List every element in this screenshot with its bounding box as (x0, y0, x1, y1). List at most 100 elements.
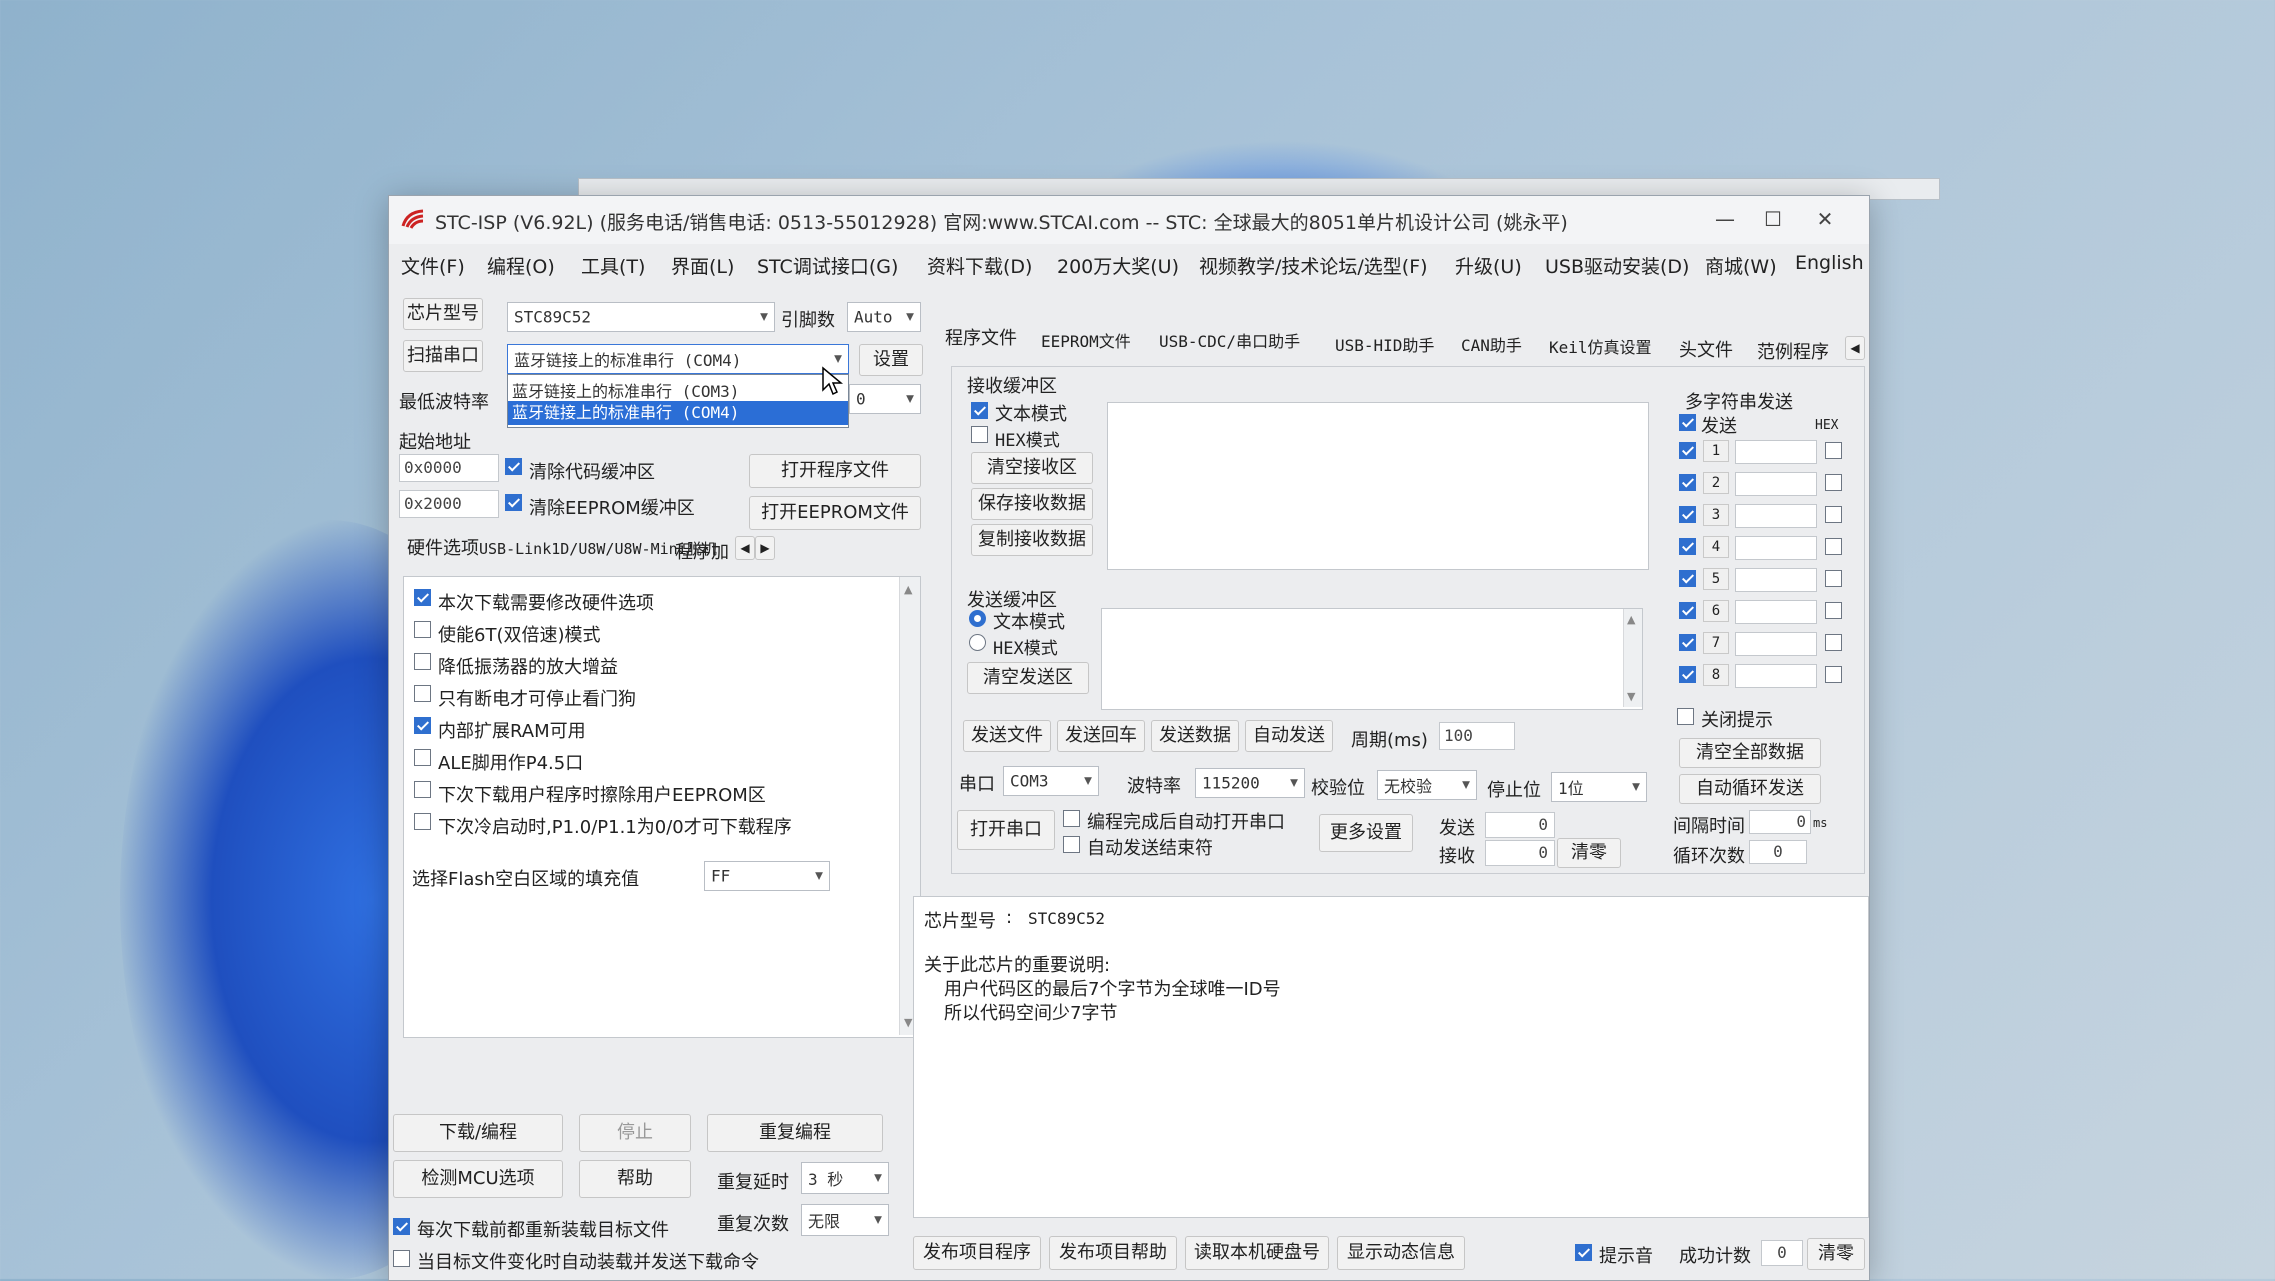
tab-scroll-right-icon[interactable]: ▶ (755, 536, 775, 560)
flash-fill-select[interactable]: FF ▼ (704, 861, 830, 891)
pin-count-select[interactable]: Auto ▼ (847, 302, 921, 332)
auto-send-end-checkbox[interactable] (1063, 836, 1080, 853)
tab-examples[interactable]: 范例程序 (1757, 338, 1829, 364)
publish-program-button[interactable]: 发布项目程序 (913, 1236, 1041, 1270)
scan-port-button[interactable]: 扫描串口 (403, 340, 483, 372)
tab-scroll-left-icon[interactable]: ◀ (735, 536, 755, 560)
multi-row-number[interactable]: 5 (1703, 568, 1729, 590)
tab-header-file[interactable]: 头文件 (1679, 336, 1733, 362)
clear-code-checkbox[interactable] (505, 458, 522, 475)
send-area-scrollbar[interactable]: ▲ ▼ (1623, 609, 1642, 707)
port-option-com3[interactable]: 蓝牙链接上的标准串行 (COM3) (512, 378, 739, 402)
repeat-count-select[interactable]: 无限 ▼ (801, 1204, 889, 1236)
menu-downloads[interactable]: 资料下载(D) (927, 252, 1032, 279)
tab-program-encrypt[interactable]: 程序加 (675, 538, 729, 564)
menu-program[interactable]: 编程(O) (487, 252, 555, 279)
stop-bits-select[interactable]: 1位 ▼ (1551, 772, 1647, 802)
multi-row-number[interactable]: 8 (1703, 664, 1729, 686)
tab-can-helper[interactable]: CAN助手 (1461, 332, 1522, 356)
multi-row-checkbox[interactable] (1679, 442, 1696, 459)
multi-row-number[interactable]: 3 (1703, 504, 1729, 526)
multi-row-checkbox[interactable] (1679, 474, 1696, 491)
scroll-down-icon[interactable]: ▼ (904, 1016, 912, 1029)
tab-keil-sim[interactable]: Keil仿真设置 (1549, 334, 1652, 358)
auto-send-button[interactable]: 自动发送 (1245, 720, 1333, 752)
port-select[interactable]: 蓝牙链接上的标准串行 (COM4) ▼ (507, 344, 849, 374)
menu-upgrade[interactable]: 升级(U) (1455, 252, 1522, 279)
hw-option-checkbox-6[interactable] (414, 749, 431, 766)
multi-row-number[interactable]: 1 (1703, 440, 1729, 462)
cycle-count-field[interactable]: 0 (1749, 840, 1807, 864)
baud-rate-select[interactable]: 115200 ▼ (1195, 768, 1305, 798)
hw-option-checkbox-3[interactable] (414, 653, 431, 670)
multi-row-hex-checkbox[interactable] (1825, 474, 1842, 491)
multi-row-hex-checkbox[interactable] (1825, 506, 1842, 523)
repeat-program-button[interactable]: 重复编程 (707, 1114, 883, 1152)
menu-debug-interface[interactable]: STC调试接口(G) (757, 252, 898, 279)
multi-row-hex-checkbox[interactable] (1825, 570, 1842, 587)
hw-option-checkbox-1[interactable] (414, 589, 431, 606)
interval-field[interactable]: 0 (1749, 810, 1811, 834)
multi-row-field[interactable] (1735, 472, 1817, 496)
multi-row-checkbox[interactable] (1679, 570, 1696, 587)
menu-shop[interactable]: 商城(W) (1705, 252, 1777, 279)
settings-button[interactable]: 设置 (859, 344, 923, 376)
show-dynamic-info-button[interactable]: 显示动态信息 (1337, 1236, 1465, 1270)
auto-cycle-send-button[interactable]: 自动循环发送 (1679, 774, 1821, 804)
help-button[interactable]: 帮助 (579, 1160, 691, 1198)
menu-file[interactable]: 文件(F) (401, 252, 465, 279)
tab-usb-hid[interactable]: USB-HID助手 (1335, 332, 1434, 356)
clear-counts-button[interactable]: 清零 (1557, 838, 1621, 868)
save-receive-button[interactable]: 保存接收数据 (971, 488, 1093, 520)
menu-english[interactable]: English (1795, 252, 1864, 274)
right-tab-scroll-left-icon[interactable]: ◀ (1845, 336, 1865, 360)
multi-row-field[interactable] (1735, 664, 1817, 688)
multi-send-checkbox[interactable] (1679, 414, 1696, 431)
maximize-button[interactable]: ☐ (1743, 202, 1803, 236)
send-data-button[interactable]: 发送数据 (1151, 720, 1239, 752)
multi-row-number[interactable]: 4 (1703, 536, 1729, 558)
receive-text-area[interactable] (1107, 402, 1649, 570)
chip-model-select[interactable]: STC89C52 ▼ (507, 302, 775, 332)
tab-hardware-options[interactable]: 硬件选项 (407, 534, 479, 560)
multi-row-number[interactable]: 2 (1703, 472, 1729, 494)
download-program-button[interactable]: 下载/编程 (393, 1114, 563, 1152)
stop-button[interactable]: 停止 (579, 1114, 691, 1152)
clear-success-count-button[interactable]: 清零 (1807, 1238, 1865, 1270)
read-disk-id-button[interactable]: 读取本机硬盘号 (1185, 1236, 1329, 1270)
send-enter-button[interactable]: 发送回车 (1057, 720, 1145, 752)
menu-prize[interactable]: 200万大奖(U) (1057, 252, 1179, 279)
open-program-file-button[interactable]: 打开程序文件 (749, 454, 921, 488)
scroll-down-icon[interactable]: ▼ (1627, 690, 1635, 703)
repeat-delay-select[interactable]: 3 秒 ▼ (801, 1162, 889, 1194)
hw-option-checkbox-2[interactable] (414, 621, 431, 638)
tip-sound-checkbox[interactable] (1575, 1244, 1592, 1261)
reload-target-checkbox[interactable] (393, 1218, 410, 1235)
send-text-mode-radio[interactable] (969, 610, 986, 627)
period-field[interactable]: 100 (1439, 722, 1515, 750)
address-field-2[interactable]: 0x2000 (399, 490, 499, 518)
multi-row-checkbox[interactable] (1679, 666, 1696, 683)
multi-row-field[interactable] (1735, 600, 1817, 624)
auto-open-port-checkbox[interactable] (1063, 810, 1080, 827)
menu-usb-driver[interactable]: USB驱动安装(D) (1545, 252, 1689, 279)
clear-eeprom-checkbox[interactable] (505, 494, 522, 511)
auto-send-download-checkbox[interactable] (393, 1250, 410, 1267)
hw-option-checkbox-4[interactable] (414, 685, 431, 702)
copy-receive-button[interactable]: 复制接收数据 (971, 524, 1093, 556)
open-serial-port-button[interactable]: 打开串口 (957, 810, 1055, 850)
send-text-area[interactable]: ▲ ▼ (1101, 608, 1643, 710)
tab-program-file[interactable]: 程序文件 (945, 324, 1017, 350)
menu-video-forum[interactable]: 视频教学/技术论坛/选型(F) (1199, 252, 1428, 279)
multi-row-hex-checkbox[interactable] (1825, 634, 1842, 651)
scroll-up-icon[interactable]: ▲ (904, 583, 912, 596)
port-option-com4[interactable]: 蓝牙链接上的标准串行 (COM4) (508, 401, 848, 425)
multi-row-number[interactable]: 6 (1703, 600, 1729, 622)
multi-row-field[interactable] (1735, 504, 1817, 528)
clear-all-data-button[interactable]: 清空全部数据 (1679, 738, 1821, 768)
multi-row-hex-checkbox[interactable] (1825, 538, 1842, 555)
hw-option-checkbox-7[interactable] (414, 781, 431, 798)
multi-row-hex-checkbox[interactable] (1825, 442, 1842, 459)
tab-usb-cdc-serial[interactable]: USB-CDC/串口助手 (1159, 328, 1300, 352)
multi-row-hex-checkbox[interactable] (1825, 666, 1842, 683)
